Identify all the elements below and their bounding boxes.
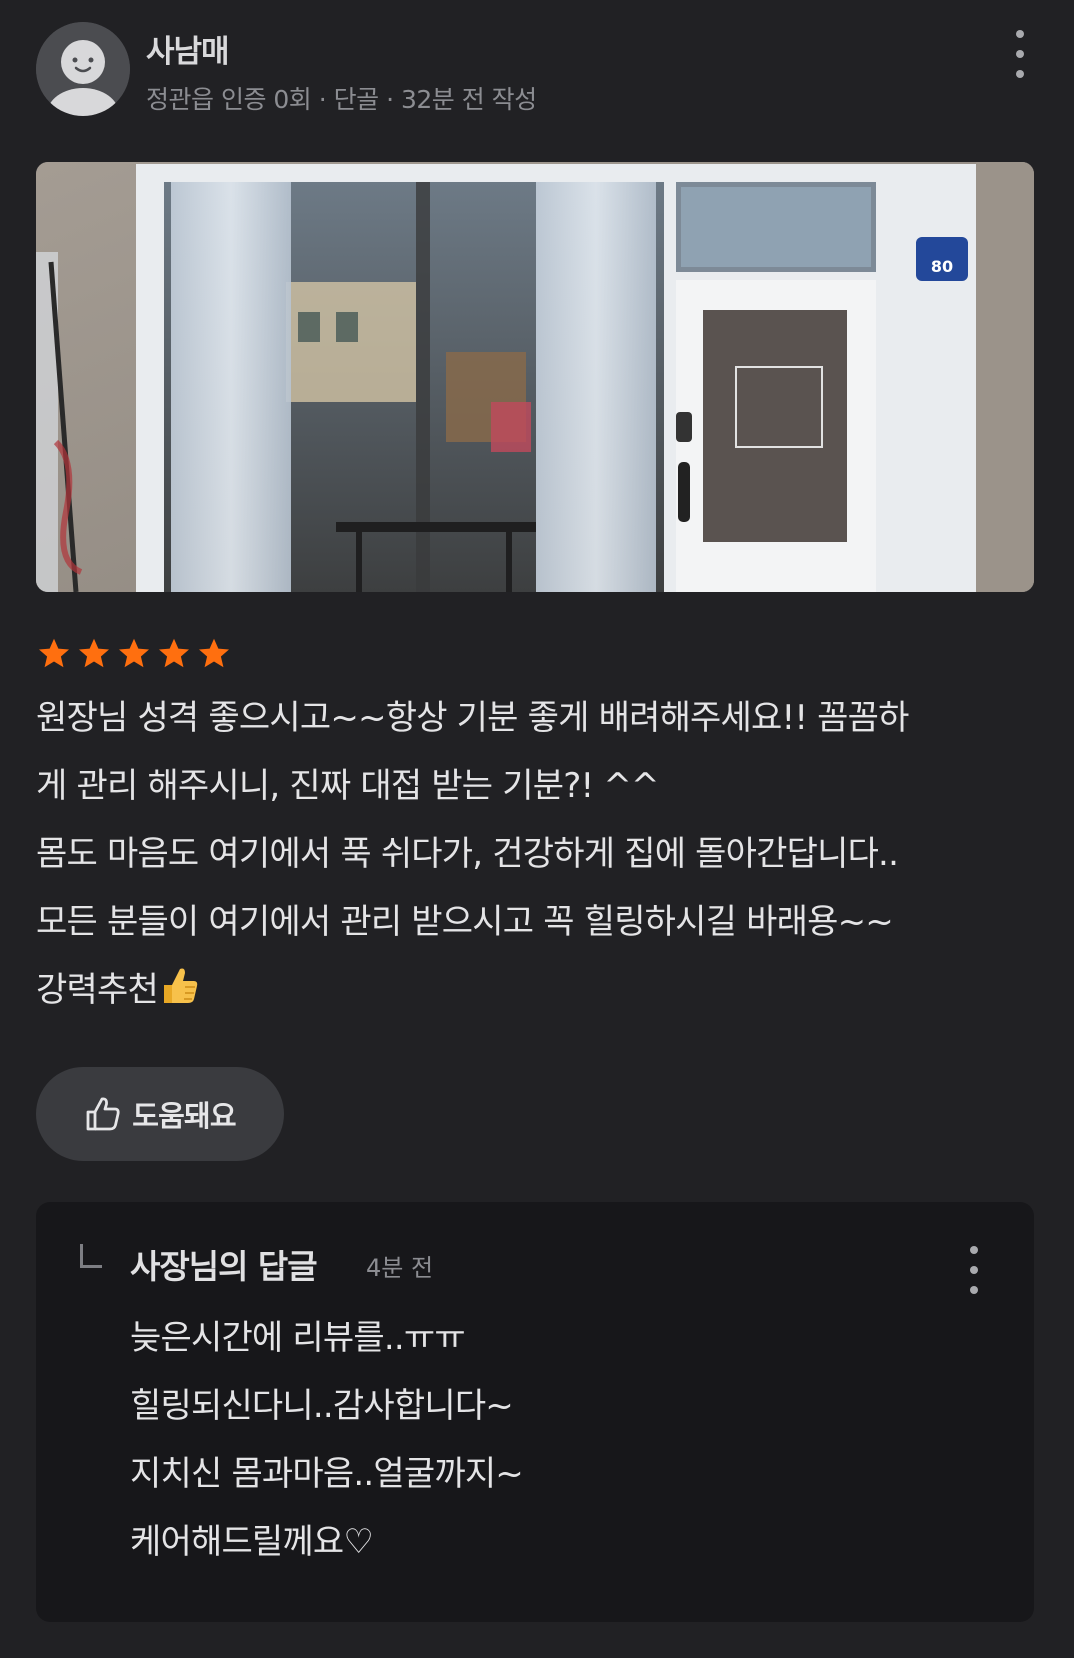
house-number: 80	[931, 257, 953, 276]
review-line: 강력추천	[36, 970, 159, 1010]
review-line-last: 강력추천	[36, 956, 1046, 1030]
author-meta: 정관읍 인증 0회 · 단골 · 32분 전 작성	[146, 85, 537, 114]
review-line: 게 관리 해주시니, 진짜 대접 받는 기분?! ^^	[36, 766, 660, 806]
helpful-label: 도움돼요	[132, 1099, 236, 1133]
helpful-button[interactable]: 도움돼요	[36, 1067, 284, 1161]
star-icon	[159, 638, 189, 668]
reply-time: 4분 전	[366, 1254, 434, 1282]
default-profile-icon	[36, 22, 130, 116]
review-line: 원장님 성격 좋으시고~~항상 기분 좋게 배려해주세요!! 꼼꼼하	[36, 698, 909, 738]
reply-arrow-icon	[80, 1244, 102, 1268]
star-rating	[36, 636, 232, 672]
thumbs-up-outline-icon	[86, 1097, 120, 1131]
thumbs-up-emoji-icon	[158, 962, 202, 1030]
reply-line: 힐링되신다니..감사합니다~	[130, 1386, 514, 1426]
owner-reply: 사장님의 답글 4분 전 늦은시간에 리뷰를..ㅠㅠ 힐링되신다니..감사합니다…	[36, 1202, 1034, 1622]
reply-title: 사장님의 답글	[130, 1247, 318, 1286]
star-icon	[39, 638, 69, 668]
author-name[interactable]: 사남매	[146, 26, 230, 71]
star-icon	[79, 638, 109, 668]
star-icon	[199, 638, 229, 668]
reply-line: 늦은시간에 리뷰를..ㅠㅠ	[130, 1318, 466, 1358]
review-card: 사남매 정관읍 인증 0회 · 단골 · 32분 전 작성 80 원장님 성격 …	[0, 0, 1074, 1658]
more-options-icon[interactable]	[1002, 24, 1038, 84]
star-icon	[119, 638, 149, 668]
reply-line: 케어해드릴께요♡	[130, 1522, 374, 1562]
reply-line: 지치신 몸과마음..얼굴까지~	[130, 1454, 524, 1494]
review-text: 원장님 성격 좋으시고~~항상 기분 좋게 배려해주세요!! 꼼꼼하 게 관리 …	[36, 684, 1046, 1030]
review-line: 몸도 마음도 여기에서 푹 쉬다가, 건강하게 집에 돌아간답니다..	[36, 834, 899, 874]
review-photo[interactable]: 80	[36, 162, 1034, 592]
avatar[interactable]	[36, 22, 130, 116]
reply-more-options-icon[interactable]	[960, 1242, 988, 1298]
reply-text: 늦은시간에 리뷰를..ㅠㅠ 힐링되신다니..감사합니다~ 지치신 몸과마음..얼…	[130, 1304, 524, 1576]
review-line: 모든 분들이 여기에서 관리 받으시고 꼭 힐링하시길 바래용~~	[36, 902, 894, 942]
